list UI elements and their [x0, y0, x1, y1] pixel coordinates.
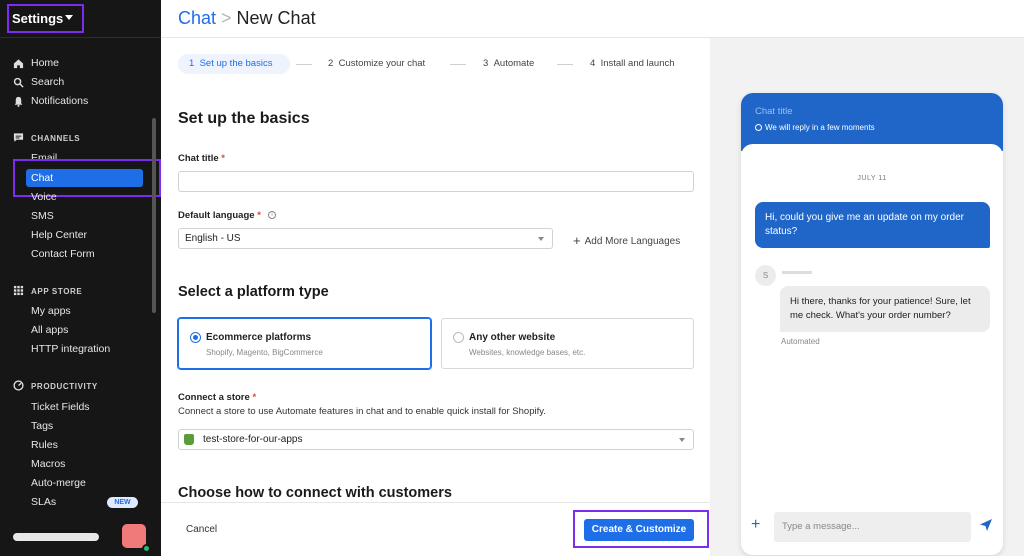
sidebar-item-http-integration[interactable]: HTTP integration — [31, 343, 110, 356]
sidebar-item-all-apps[interactable]: All apps — [31, 324, 68, 337]
sidebar-item-slas[interactable]: SLAs — [31, 496, 56, 509]
send-icon[interactable] — [979, 518, 993, 532]
section-productivity: PRODUCTIVITY — [31, 382, 98, 391]
chat-widget-subtitle: We will reply in a few moments — [755, 123, 875, 132]
sidebar-item-sms[interactable]: SMS — [31, 210, 54, 223]
default-language-label: Default language * — [178, 210, 261, 221]
sidebar-item-search[interactable]: Search — [31, 76, 64, 89]
clock-icon — [755, 124, 762, 131]
option-subtitle: Shopify, Magento, BigCommerce — [206, 348, 323, 357]
chat-widget-body: JULY 11 Hi, could you give me an update … — [741, 144, 1003, 555]
step-divider — [557, 64, 573, 65]
info-icon[interactable]: i — [268, 211, 276, 219]
home-icon — [13, 59, 24, 69]
plus-icon: + — [573, 233, 581, 248]
breadcrumb-separator: > — [221, 8, 232, 28]
option-subtitle: Websites, knowledge bases, etc. — [469, 348, 586, 357]
sidebar-item-contact-form[interactable]: Contact Form — [31, 248, 95, 261]
sidebar-item-tags[interactable]: Tags — [31, 420, 53, 433]
chat-widget-title: Chat title — [755, 106, 793, 117]
online-status-dot — [142, 544, 151, 553]
sidebar-item-auto-merge[interactable]: Auto-merge — [31, 477, 86, 490]
sidebar-item-rules[interactable]: Rules — [31, 439, 58, 452]
breadcrumb-chat-link[interactable]: Chat — [178, 8, 216, 28]
connect-store-description: Connect a store to use Automate features… — [178, 406, 546, 417]
sidebar-item-voice[interactable]: Voice — [31, 191, 57, 204]
chevron-down-icon — [538, 237, 544, 241]
customer-message: Hi, could you give me an update on my or… — [755, 202, 990, 248]
chat-widget-header: Chat title We will reply in a few moment… — [741, 93, 1003, 151]
chevron-down-icon — [679, 438, 685, 442]
chat-title-label: Chat title * — [178, 153, 225, 164]
section-channels: CHANNELS — [31, 134, 81, 143]
sidebar-item-help-center[interactable]: Help Center — [31, 229, 87, 242]
step-2[interactable]: 2 Customize your chat — [328, 58, 425, 69]
platform-option-ecommerce[interactable]: Ecommerce platforms Shopify, Magento, Bi… — [177, 317, 432, 370]
section-app-store: APP STORE — [31, 287, 83, 296]
section-heading-basics: Set up the basics — [178, 110, 310, 127]
option-title: Ecommerce platforms — [206, 332, 312, 343]
section-heading-platform: Select a platform type — [178, 284, 329, 300]
message-input[interactable]: Type a message... — [774, 512, 971, 542]
sidebar: Settings Home Search Notifications CHANN… — [0, 0, 161, 556]
breadcrumb: Chat > New Chat — [178, 8, 316, 29]
store-select[interactable]: test-store-for-our-apps — [178, 429, 694, 450]
sidebar-item-home[interactable]: Home — [31, 57, 59, 70]
new-badge: NEW — [107, 497, 138, 508]
step-4[interactable]: 4 Install and launch — [590, 58, 675, 69]
automated-label: Automated — [781, 337, 820, 346]
agent-message: Hi there, thanks for your patience! Sure… — [780, 286, 990, 332]
page-title: New Chat — [236, 8, 316, 28]
radio-selected[interactable] — [190, 332, 201, 343]
store-select-value: test-store-for-our-apps — [203, 434, 303, 445]
connect-store-label: Connect a store * — [178, 392, 257, 403]
platform-option-other[interactable]: Any other website Websites, knowledge ba… — [441, 318, 694, 369]
grid-icon — [13, 285, 24, 296]
step-divider — [450, 64, 466, 65]
shopify-icon — [184, 434, 194, 445]
bell-icon — [14, 96, 23, 107]
chat-widget-preview: Chat title We will reply in a few moment… — [741, 93, 1003, 555]
radio-unselected[interactable] — [453, 332, 464, 343]
chat-bubble-icon — [13, 133, 24, 142]
add-more-languages-button[interactable]: + Add More Languages — [573, 233, 680, 248]
agent-avatar: S — [755, 265, 776, 286]
create-highlight-box — [573, 510, 709, 548]
sidebar-item-ticket-fields[interactable]: Ticket Fields — [31, 401, 90, 414]
gauge-icon — [13, 380, 24, 391]
message-date: JULY 11 — [857, 175, 887, 182]
agent-name-redacted — [782, 271, 812, 274]
step-3[interactable]: 3 Automate — [483, 58, 534, 69]
sidebar-item-macros[interactable]: Macros — [31, 458, 65, 471]
language-select-value: English - US — [185, 233, 241, 244]
step-divider — [296, 64, 312, 65]
attach-plus-icon[interactable]: + — [751, 516, 760, 534]
section-heading-connect: Choose how to connect with customers — [178, 485, 452, 501]
chat-title-input[interactable] — [178, 171, 694, 192]
option-title: Any other website — [469, 332, 556, 343]
user-name-redacted[interactable] — [13, 533, 99, 541]
language-select[interactable]: English - US — [178, 228, 553, 249]
search-icon — [13, 77, 24, 88]
cancel-button[interactable]: Cancel — [186, 524, 217, 535]
step-1[interactable]: 1 Set up the basics — [189, 58, 272, 69]
sidebar-item-notifications[interactable]: Notifications — [31, 95, 88, 108]
sidebar-scrollbar[interactable] — [152, 118, 156, 313]
settings-highlight-box — [7, 4, 84, 33]
sidebar-item-my-apps[interactable]: My apps — [31, 305, 71, 318]
